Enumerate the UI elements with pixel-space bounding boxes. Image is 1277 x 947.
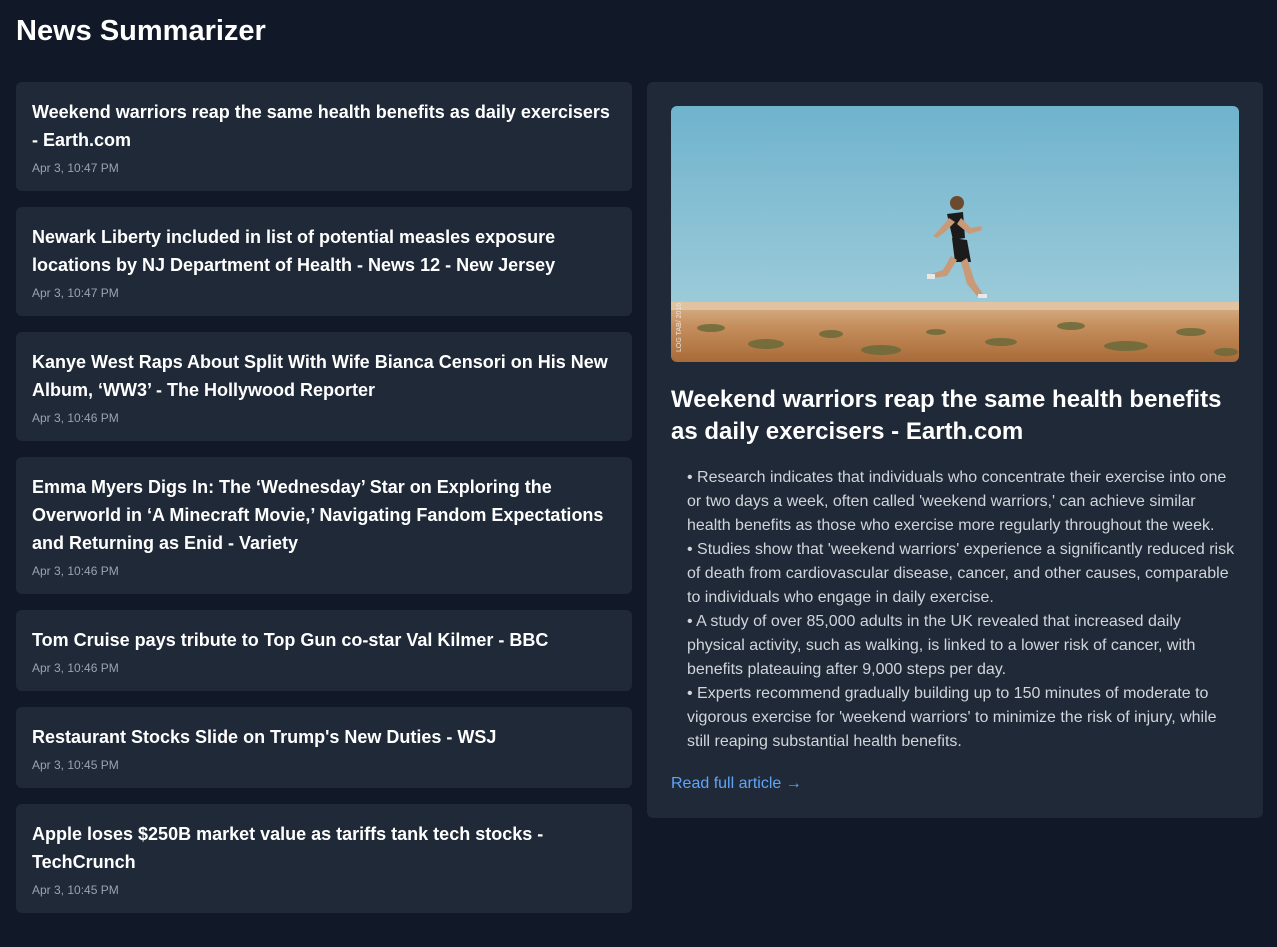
news-timestamp: Apr 3, 10:46 PM <box>32 661 119 675</box>
news-card[interactable]: Weekend warriors reap the same health be… <box>16 82 632 191</box>
summary-point: • A study of over 85,000 adults in the U… <box>687 613 1196 678</box>
app-title: News Summarizer <box>16 15 266 47</box>
news-timestamp: Apr 3, 10:45 PM <box>32 758 119 772</box>
news-card[interactable]: Tom Cruise pays tribute to Top Gun co-st… <box>16 610 632 691</box>
news-timestamp: Apr 3, 10:46 PM <box>32 411 119 425</box>
news-timestamp: Apr 3, 10:46 PM <box>32 564 119 578</box>
summary-list: • Research indicates that individuals wh… <box>687 466 1239 754</box>
news-timestamp: Apr 3, 10:45 PM <box>32 883 119 897</box>
news-headline: Kanye West Raps About Split With Wife Bi… <box>32 352 608 400</box>
news-timestamp: Apr 3, 10:47 PM <box>32 161 119 175</box>
news-headline: Restaurant Stocks Slide on Trump's New D… <box>32 727 497 747</box>
news-headline: Weekend warriors reap the same health be… <box>32 102 610 150</box>
news-headline: Newark Liberty included in list of poten… <box>32 227 556 275</box>
news-timestamp: Apr 3, 10:47 PM <box>32 286 119 300</box>
news-headline: Tom Cruise pays tribute to Top Gun co-st… <box>32 630 549 650</box>
read-full-article-link[interactable]: Read full article → <box>671 772 802 796</box>
news-headline: Emma Myers Digs In: The ‘Wednesday’ Star… <box>32 477 604 553</box>
news-headline: Apple loses $250B market value as tariff… <box>32 824 544 872</box>
news-card[interactable]: Newark Liberty included in list of poten… <box>16 207 632 316</box>
summary-point: • Research indicates that individuals wh… <box>687 469 1227 534</box>
news-card[interactable]: Apple loses $250B market value as tariff… <box>16 804 632 913</box>
article-title: Weekend warriors reap the same health be… <box>671 386 1222 445</box>
article-image: LOG TAB/ 2016 <box>671 106 1239 362</box>
news-list: Weekend warriors reap the same health be… <box>16 82 632 913</box>
summary-point: • Experts recommend gradually building u… <box>687 685 1217 750</box>
news-card[interactable]: Emma Myers Digs In: The ‘Wednesday’ Star… <box>16 457 632 594</box>
news-card[interactable]: Restaurant Stocks Slide on Trump's New D… <box>16 707 632 788</box>
summary-point: • Studies show that 'weekend warriors' e… <box>687 541 1235 606</box>
image-watermark: LOG TAB/ 2016 <box>676 303 683 352</box>
news-card[interactable]: Kanye West Raps About Split With Wife Bi… <box>16 332 632 441</box>
article-detail-panel: LOG TAB/ 2016 Weekend warriors reap the … <box>647 82 1263 818</box>
